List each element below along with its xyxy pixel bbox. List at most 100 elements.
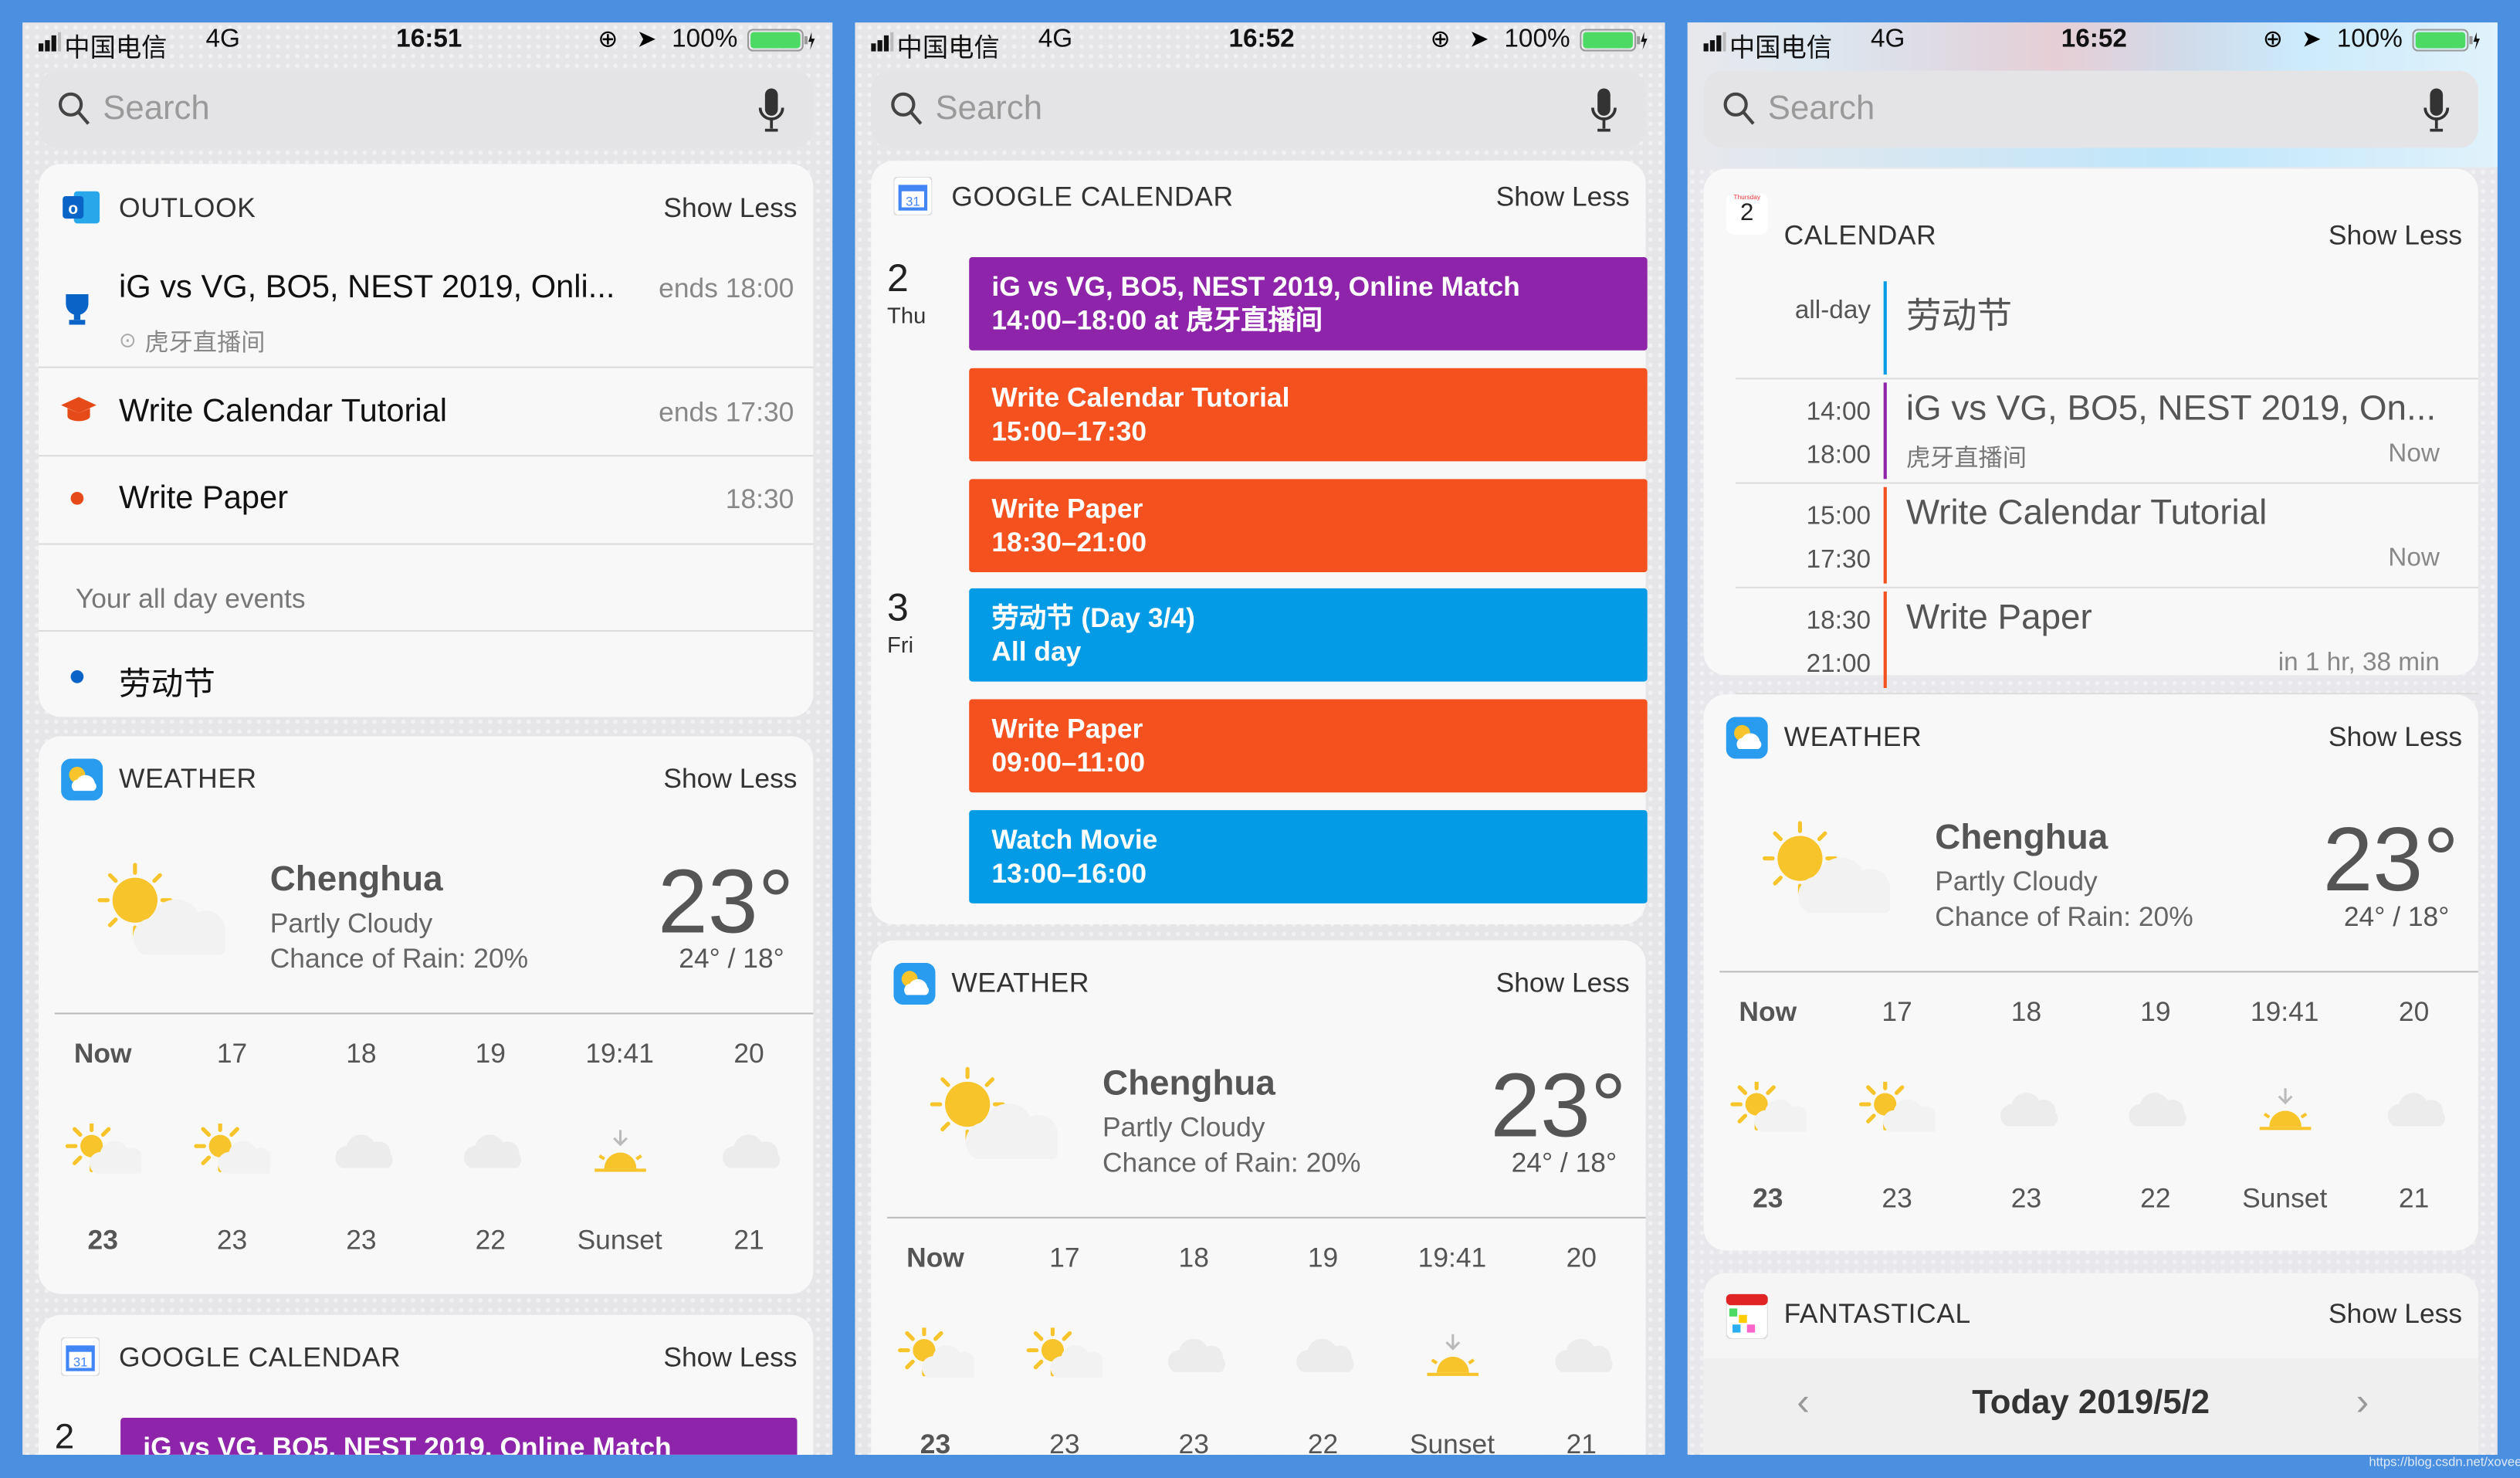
day-number: 3 [887, 586, 909, 630]
hour-temp: 23 [1178, 1429, 1209, 1455]
event-status: Now [2388, 440, 2440, 468]
event-row[interactable]: iG vs VG, BO5, NEST 2019, Onli... ⊙ 虎牙直播间 e… [39, 257, 813, 367]
carrier-label: 中国电信 [1729, 35, 1833, 63]
battery-percent: 100% [672, 25, 738, 53]
search-input[interactable]: Search [936, 90, 1043, 129]
divider [887, 1216, 1646, 1219]
event-row[interactable]: Write Paper 18:30 [39, 456, 813, 543]
city-name: Chenghua [1935, 816, 2108, 857]
search-bar[interactable]: Search [38, 70, 814, 148]
search-input[interactable]: Search [103, 90, 210, 129]
hour-label: 19:41 [585, 1038, 654, 1070]
show-less-button[interactable]: Show Less [2329, 1299, 2462, 1331]
icon-day: 2 [1740, 199, 1754, 227]
hour-temp: Sunset [2242, 1183, 2328, 1214]
microphone-icon[interactable] [758, 88, 784, 141]
condition: Partly Cloudy [1935, 866, 2098, 897]
hour-label: 19:41 [2250, 996, 2319, 1028]
all-day-row[interactable]: all-day 劳动节 [1704, 278, 2478, 378]
fantastical-app-icon [1725, 1293, 1769, 1347]
hour-temp: 21 [1566, 1429, 1597, 1455]
event-time: ends 17:30 [659, 397, 794, 428]
all-day-event-row[interactable]: 劳动节 [39, 632, 813, 715]
calendar-event[interactable]: iG vs VG, BO5, NEST 2019, Online Match 14… [969, 257, 1648, 351]
event-location: 虎牙直播间 [1905, 445, 2027, 473]
clock: 16:52 [2061, 25, 2127, 53]
current-temp: 23° [2322, 808, 2459, 910]
watermark: https://blog.csdn.net/xovee [2369, 1454, 2520, 1470]
calendar-event[interactable]: iG vs VG, BO5, NEST 2019, Online Match [120, 1417, 798, 1455]
event-row[interactable]: 18:30 21:00 Write Paper in 1 hr, 38 min [1704, 588, 2478, 691]
show-less-button[interactable]: Show Less [1496, 181, 1630, 214]
hourly-forecast-item: Now 23 [1704, 997, 1833, 1222]
hourly-forecast-item: 20 21 [1517, 1242, 1646, 1455]
chevron-right-icon[interactable]: › [2356, 1381, 2369, 1425]
hour-label: 19 [475, 1038, 506, 1070]
event-title: iG vs VG, BO5, NEST 2019, On... [1905, 387, 2437, 428]
sun-cloud-icon [64, 1120, 145, 1189]
event-title: iG vs VG, BO5, NEST 2019, Onli... [119, 269, 615, 306]
event-title: Write Paper [991, 714, 1143, 745]
outlook-widget: o OUTLOOK Show Less iG vs VG, BO5, NEST 201… [38, 164, 814, 717]
dot-icon [70, 670, 84, 683]
battery-icon [747, 29, 815, 59]
battery-percent: 100% [2336, 25, 2403, 53]
current-temp: 23° [658, 850, 794, 952]
microphone-icon[interactable] [2423, 88, 2450, 141]
svg-text:o: o [68, 200, 78, 218]
search-input[interactable]: Search [1768, 90, 1875, 129]
calendar-event[interactable]: Write Paper 09:00–11:00 [969, 699, 1648, 793]
day-number: 2 [54, 1415, 75, 1455]
show-less-button[interactable]: Show Less [663, 764, 797, 796]
widget-title: FANTASTICAL [1783, 1298, 1971, 1330]
hour-temp: 21 [2398, 1183, 2430, 1214]
event-row[interactable]: 14:00 18:00 iG vs VG, BO5, NEST 2019, On..… [1704, 379, 2478, 482]
cloud-icon [710, 1124, 788, 1189]
calendar-app-icon: Thursday 2 [1726, 192, 1768, 235]
network-label: 4G [205, 25, 240, 53]
widget-title: WEATHER [119, 763, 257, 795]
cloud-icon [323, 1124, 400, 1189]
event-row[interactable]: Write Calendar Tutorial ends 17:30 [39, 368, 813, 455]
event-color-bar [1883, 592, 1887, 688]
search-bar[interactable]: Search [871, 70, 1646, 148]
hour-temp: 22 [2140, 1183, 2171, 1214]
show-less-button[interactable]: Show Less [1496, 968, 1630, 1000]
event-time: 15:00–17:30 [991, 415, 1147, 447]
sunset-icon [581, 1124, 659, 1189]
hour-temp: 23 [87, 1225, 118, 1256]
event-title: 劳动节 (Day 3/4) [991, 603, 1195, 634]
start-time: 18:30 [1806, 607, 1871, 636]
hour-temp: 22 [475, 1225, 506, 1256]
calendar-event[interactable]: 劳动节 (Day 3/4) All day [969, 588, 1648, 683]
event-time: 18:30 [725, 483, 794, 515]
sunset-icon [1414, 1327, 1491, 1393]
divider [38, 543, 814, 545]
event-title: 劳动节 [1905, 296, 2013, 337]
divider [1719, 971, 2478, 973]
carrier-label: 中国电信 [896, 35, 1000, 63]
calendar-event[interactable]: Write Calendar Tutorial 15:00–17:30 [969, 368, 1648, 462]
calendar-event[interactable]: Write Paper 18:30–21:00 [969, 478, 1648, 572]
calendar-event[interactable]: Watch Movie 13:00–16:00 [969, 810, 1648, 903]
event-title: 劳动节 [119, 666, 215, 703]
hourly-forecast-item: 19 22 [1258, 1242, 1387, 1455]
hourly-forecast-item: 17 23 [1833, 997, 1962, 1222]
show-less-button[interactable]: Show Less [2329, 722, 2462, 754]
event-title: Write Paper [119, 480, 289, 517]
hourly-forecast-item: 17 23 [168, 1039, 296, 1263]
hour-label: 20 [733, 1038, 764, 1070]
divider [54, 1012, 814, 1015]
microphone-icon[interactable] [1591, 88, 1617, 141]
show-less-button[interactable]: Show Less [663, 193, 797, 225]
event-row[interactable]: 15:00 17:30 Write Calendar Tutorial Now [1704, 484, 2478, 587]
day-number: 2 [887, 257, 909, 301]
event-title: Write Calendar Tutorial [991, 382, 1290, 413]
event-color-bar [1883, 382, 1887, 480]
weather-widget: WEATHER Show Less Chenghua Partly Cloudy Cha… [1703, 694, 2478, 1251]
show-less-button[interactable]: Show Less [2329, 220, 2462, 253]
search-bar[interactable]: Search [1703, 70, 2478, 148]
search-icon [58, 92, 90, 135]
show-less-button[interactable]: Show Less [663, 1342, 797, 1375]
signal-icon [871, 31, 894, 59]
